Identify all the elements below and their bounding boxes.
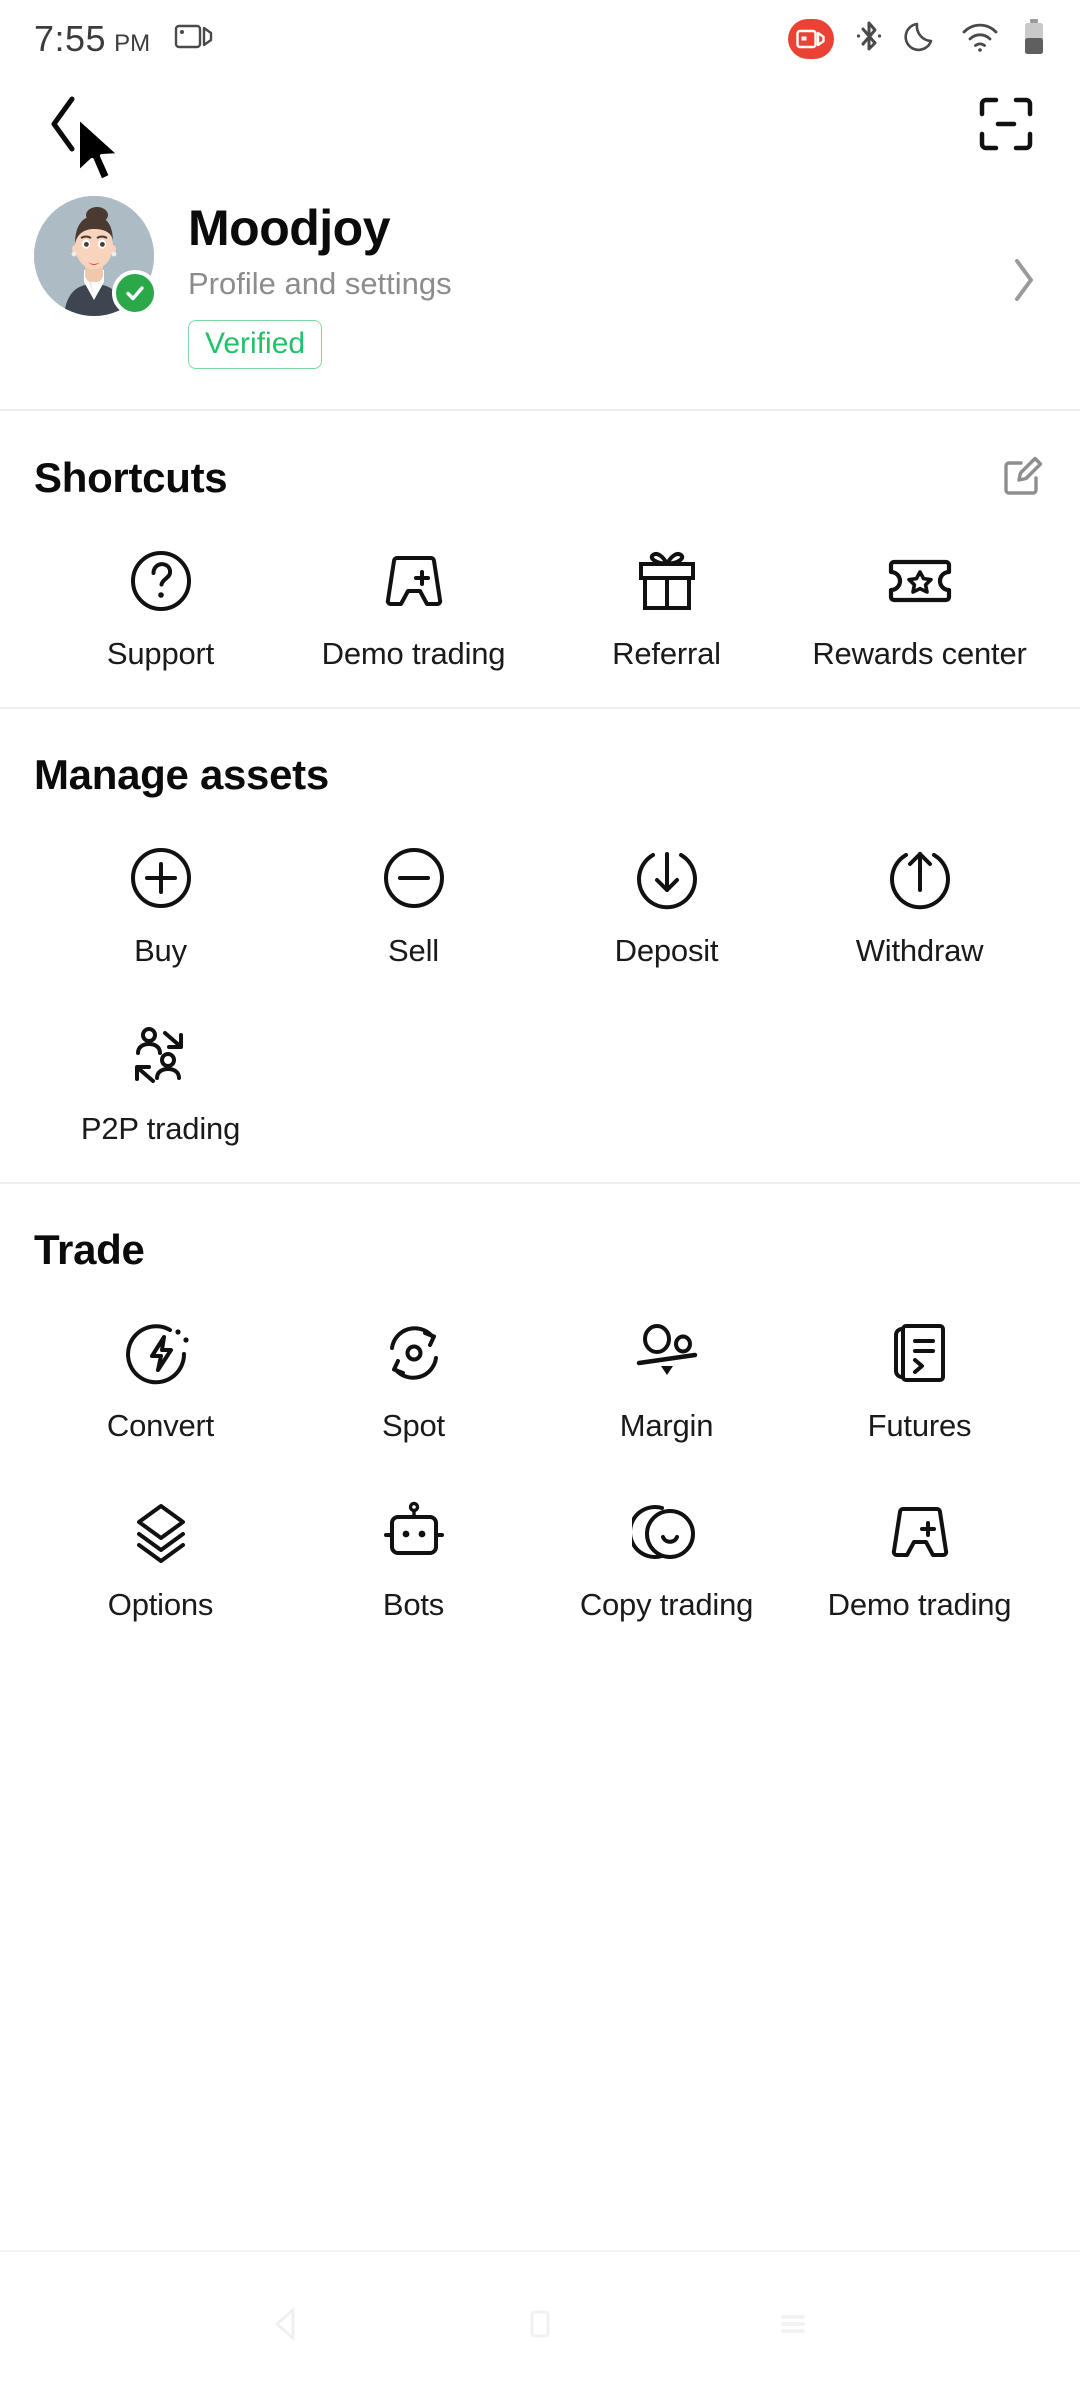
trade-item-bots[interactable]: Bots — [287, 1471, 540, 1624]
asset-action-label: Sell — [388, 932, 439, 968]
trade-item-label: Spot — [382, 1407, 445, 1443]
status-time: 7:55 — [34, 18, 107, 59]
trade-item-label: Futures — [867, 1407, 972, 1443]
arrow-up-circle-icon — [885, 839, 955, 917]
bluetooth-icon — [856, 19, 882, 60]
balance-scale-icon — [630, 1314, 704, 1392]
lightning-circle-icon — [125, 1314, 196, 1392]
shortcuts-section: Shortcuts Support Demo trading Referral … — [0, 411, 1080, 707]
status-badge: Verified — [188, 320, 323, 370]
asset-action-p2p-trading[interactable]: P2P trading — [34, 995, 287, 1148]
copy-circles-icon — [631, 1493, 702, 1571]
manage-assets-title: Manage assets — [34, 750, 329, 798]
asset-action-deposit[interactable]: Deposit — [540, 817, 793, 970]
profile-name: Moodjoy — [188, 200, 391, 256]
android-home-icon[interactable] — [520, 2304, 560, 2349]
trade-item-margin[interactable]: Margin — [540, 1292, 793, 1445]
shortcut-rewards-center[interactable]: Rewards center — [793, 520, 1046, 673]
minus-circle-icon — [379, 839, 449, 917]
manage-assets-header: Manage assets — [34, 751, 1046, 799]
shortcut-label: Rewards center — [812, 636, 1027, 672]
trade-item-options[interactable]: Options — [34, 1471, 287, 1624]
manage-assets-section: Manage assets Buy Sell Deposit Withdraw … — [0, 709, 1080, 1182]
battery-icon — [1022, 18, 1046, 61]
shortcuts-title: Shortcuts — [34, 453, 228, 501]
chevron-right-icon[interactable] — [1010, 256, 1046, 309]
document-list-icon — [886, 1314, 954, 1392]
status-am-pm: PM — [114, 30, 151, 57]
android-back-icon[interactable] — [267, 2304, 307, 2349]
gift-box-icon — [633, 542, 701, 620]
trade-item-spot[interactable]: Spot — [287, 1292, 540, 1445]
shortcut-label: Demo trading — [321, 636, 506, 672]
trade-title: Trade — [34, 1225, 145, 1273]
layers-icon — [126, 1493, 196, 1571]
robot-icon — [379, 1493, 449, 1571]
asset-action-label: Withdraw — [855, 932, 984, 968]
asset-action-sell[interactable]: Sell — [287, 817, 540, 970]
trade-item-label: Convert — [106, 1407, 215, 1443]
status-bar-left: 7:55 PM — [34, 18, 214, 60]
shortcut-label: Support — [106, 636, 215, 672]
shortcut-support[interactable]: Support — [34, 520, 287, 673]
trade-item-label: Bots — [382, 1586, 445, 1622]
shortcuts-header: Shortcuts — [34, 453, 1046, 502]
profile-row[interactable]: Moodjoy Profile and settings Verified — [0, 170, 1080, 409]
shortcuts-grid: Support Demo trading Referral Rewards ce… — [34, 520, 1046, 673]
asset-action-label: Buy — [134, 932, 187, 968]
qr-scan-icon[interactable] — [978, 96, 1034, 152]
plus-circle-icon — [126, 839, 196, 917]
asset-action-label: P2P trading — [80, 1111, 241, 1147]
ticket-star-icon — [883, 542, 957, 620]
question-circle-icon — [126, 542, 196, 620]
trade-item-futures[interactable]: Futures — [793, 1292, 1046, 1445]
profile-text: Moodjoy Profile and settings Verified — [188, 196, 1010, 370]
game-controller-plus-icon — [378, 542, 450, 620]
game-controller-plus-icon — [884, 1493, 956, 1571]
trade-item-copy-trading[interactable]: Copy trading — [540, 1471, 793, 1624]
android-nav-bar — [0, 2250, 1080, 2400]
trade-grid: Convert Spot Margin Futures Options Bots… — [34, 1292, 1046, 1623]
avatar[interactable] — [34, 196, 158, 316]
check-circle-icon — [112, 270, 158, 316]
trade-item-label: Copy trading — [579, 1586, 754, 1622]
asset-action-buy[interactable]: Buy — [34, 817, 287, 970]
back-button[interactable] — [46, 95, 80, 153]
shortcut-label: Referral — [612, 636, 721, 672]
trade-item-label: Demo trading — [827, 1586, 1012, 1622]
trade-item-demo-trading[interactable]: Demo trading — [793, 1471, 1046, 1624]
asset-action-withdraw[interactable]: Withdraw — [793, 817, 1046, 970]
trade-section: Trade Convert Spot Margin Futures Option… — [0, 1184, 1080, 1657]
manage-assets-grid: Buy Sell Deposit Withdraw P2P trading — [34, 817, 1046, 1148]
edit-pencil-icon[interactable] — [1002, 453, 1046, 502]
cast-icon — [174, 21, 214, 51]
app-top-bar — [0, 78, 1080, 170]
profile-subtitle: Profile and settings — [188, 266, 452, 301]
trade-header: Trade — [34, 1226, 1046, 1274]
do-not-disturb-moon-icon — [904, 19, 938, 60]
android-recents-icon[interactable] — [773, 2304, 813, 2349]
screen-record-icon — [788, 19, 834, 59]
status-bar: 7:55 PM — [0, 0, 1080, 78]
trade-item-convert[interactable]: Convert — [34, 1292, 287, 1445]
trade-item-label: Options — [107, 1586, 214, 1622]
arrow-down-circle-icon — [632, 839, 702, 917]
shortcut-demo-trading[interactable]: Demo trading — [287, 520, 540, 673]
two-people-icon — [124, 1017, 198, 1095]
wifi-icon — [960, 21, 1000, 58]
asset-action-label: Deposit — [614, 932, 719, 968]
refresh-circle-icon — [379, 1314, 449, 1392]
status-bar-right — [788, 18, 1046, 61]
trade-item-label: Margin — [619, 1407, 714, 1443]
shortcut-referral[interactable]: Referral — [540, 520, 793, 673]
